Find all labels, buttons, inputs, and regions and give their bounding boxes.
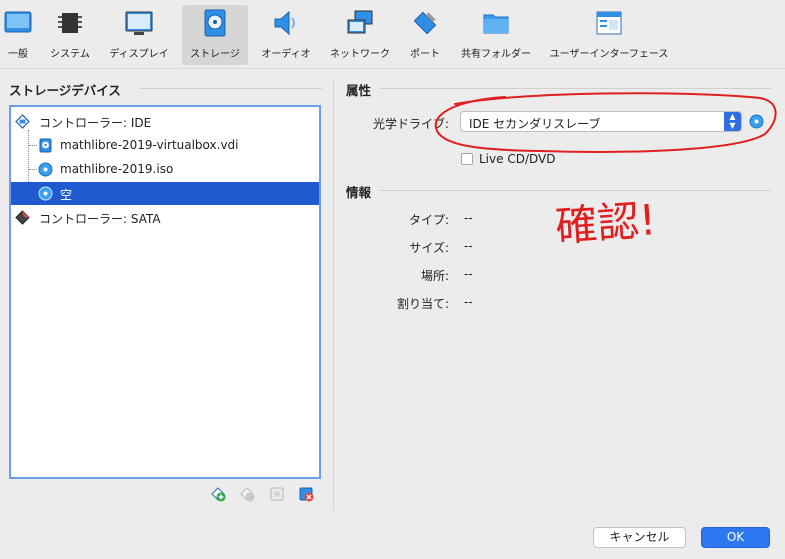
optical-disc-icon	[38, 186, 53, 201]
cancel-button[interactable]: キャンセル	[593, 527, 686, 548]
settings-toolbar: 一般 システム ディスプレイ ストレージ オーディオ ネットワーク ポート 共有…	[0, 0, 785, 68]
tree-item-iso[interactable]: mathlibre-2019.iso	[11, 158, 319, 181]
add-controller-button[interactable]	[210, 486, 226, 502]
ok-button[interactable]: OK	[701, 527, 770, 548]
tab-audio[interactable]: オーディオ	[256, 5, 316, 65]
chevron-up-down-icon: ▲ ▼	[724, 112, 741, 131]
tree-item-vdi[interactable]: mathlibre-2019-virtualbox.vdi	[11, 134, 319, 157]
window-icon	[596, 11, 622, 35]
info-size-value: --	[464, 239, 473, 253]
network-icon	[347, 10, 373, 34]
tab-general[interactable]: 一般	[0, 5, 36, 65]
remove-attachment-button[interactable]	[298, 486, 314, 502]
tab-system[interactable]: システム	[44, 5, 96, 65]
info-title: 情報	[346, 185, 372, 200]
tree-item-sata-controller[interactable]: コントローラー: SATA	[11, 206, 319, 229]
choose-disk-button[interactable]	[749, 114, 764, 129]
info-size-label: サイズ:	[409, 241, 449, 255]
storage-devices-title: ストレージデバイス	[9, 83, 121, 98]
add-attachment-button[interactable]	[269, 486, 285, 502]
optical-drive-select[interactable]: IDE セカンダリスレーブ ▲ ▼	[460, 111, 742, 132]
info-location-label: 場所:	[420, 269, 449, 283]
optical-drive-value: IDE セカンダリスレーブ	[469, 117, 601, 131]
section-divider	[380, 88, 771, 89]
info-type-label: タイプ:	[408, 213, 449, 227]
chip-icon	[58, 13, 82, 33]
panel-divider	[333, 80, 334, 510]
optical-disc-icon	[38, 162, 53, 177]
tree-item-empty[interactable]: 空	[11, 182, 319, 205]
info-type-value: --	[464, 211, 473, 225]
tab-display[interactable]: ディスプレイ	[106, 5, 172, 65]
ide-controller-icon	[15, 114, 30, 129]
live-cd-checkbox[interactable]	[461, 153, 473, 165]
hard-disk-icon	[39, 138, 52, 153]
display-icon	[125, 11, 153, 35]
tab-network[interactable]: ネットワーク	[326, 5, 394, 65]
section-divider	[380, 190, 771, 191]
toolbar-separator	[0, 68, 785, 69]
sata-controller-icon	[15, 210, 30, 225]
section-divider	[140, 88, 322, 89]
tab-ports[interactable]: ポート	[404, 5, 446, 65]
remove-controller-button[interactable]	[239, 486, 255, 502]
tree-item-ide-controller[interactable]: コントローラー: IDE	[11, 110, 319, 133]
speaker-icon	[274, 10, 295, 36]
storage-icon	[204, 9, 226, 37]
folder-icon	[483, 14, 509, 34]
info-allocated-value: --	[464, 295, 473, 309]
annotation-text: 確認!	[554, 195, 658, 251]
optical-drive-label: 光学ドライブ:	[372, 117, 449, 131]
tab-storage[interactable]: ストレージ	[182, 5, 248, 65]
tab-user-interface[interactable]: ユーザーインターフェース	[546, 5, 672, 65]
attributes-title: 属性	[346, 83, 372, 98]
general-icon	[4, 11, 32, 33]
storage-tree[interactable]: コントローラー: IDE mathlibre-2019-virtualbox.v…	[9, 105, 321, 479]
port-icon	[413, 11, 437, 35]
info-allocated-label: 割り当て:	[396, 297, 449, 311]
tab-shared-folders[interactable]: 共有フォルダー	[456, 5, 536, 65]
info-location-value: --	[464, 267, 473, 281]
live-cd-label: Live CD/DVD	[479, 152, 556, 166]
